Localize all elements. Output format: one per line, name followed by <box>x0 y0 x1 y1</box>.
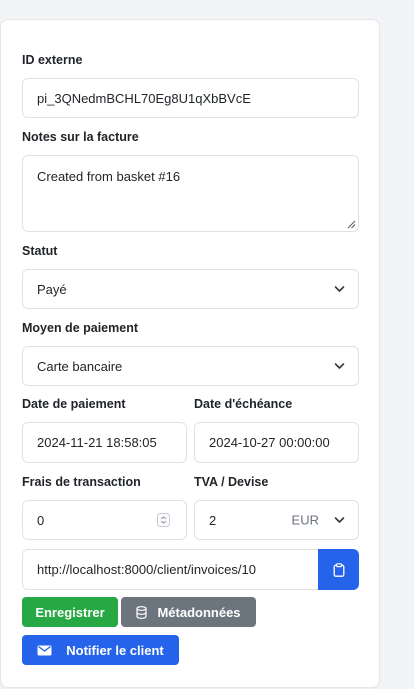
payment-date-input[interactable]: 2024-11-21 18:58:05 <box>22 422 187 463</box>
due-date-value: 2024-10-27 00:00:00 <box>209 435 330 450</box>
resize-handle-icon[interactable] <box>347 220 356 229</box>
payment-date-label: Date de paiement <box>22 397 126 411</box>
external-id-label: ID externe <box>22 53 83 67</box>
clipboard-icon <box>333 562 344 577</box>
metadata-button-label: Métadonnées <box>157 604 241 620</box>
invoice-notes-label: Notes sur la facture <box>22 130 139 144</box>
number-stepper-icon[interactable] <box>157 513 170 527</box>
payment-method-select[interactable]: Carte bancaire <box>22 346 359 386</box>
transaction-fees-label: Frais de transaction <box>22 475 141 489</box>
save-button-label: Enregistrer <box>35 604 105 620</box>
invoice-url-value: http://localhost:8000/client/invoices/10 <box>37 562 256 577</box>
invoice-notes-textarea[interactable]: Created from basket #16 <box>22 155 359 232</box>
external-id-value: pi_3QNedmBCHL70Eg8U1qXbBVcE <box>37 90 251 106</box>
transaction-fees-input[interactable]: 0 <box>22 500 187 540</box>
vat-currency-group[interactable]: 2 EUR <box>194 500 359 540</box>
vat-currency-label: TVA / Devise <box>194 475 269 489</box>
copy-url-button[interactable] <box>318 549 359 590</box>
chevron-down-icon <box>334 517 345 523</box>
save-button[interactable]: Enregistrer <box>22 597 118 627</box>
invoice-notes-value: Created from basket #16 <box>37 169 181 184</box>
chevron-down-icon <box>334 286 345 292</box>
transaction-fees-value: 0 <box>37 512 45 528</box>
due-date-input[interactable]: 2024-10-27 00:00:00 <box>194 422 359 463</box>
status-value: Payé <box>37 281 67 297</box>
chevron-down-icon <box>334 363 345 369</box>
external-id-input[interactable]: pi_3QNedmBCHL70Eg8U1qXbBVcE <box>22 78 359 118</box>
notify-client-button-label: Notifier le client <box>66 642 164 658</box>
currency-select[interactable]: EUR <box>292 513 319 528</box>
payment-method-value: Carte bancaire <box>37 358 123 374</box>
status-label: Statut <box>22 244 58 258</box>
vat-value: 2 <box>209 512 217 528</box>
due-date-label: Date d'échéance <box>194 397 293 411</box>
payment-method-label: Moyen de paiement <box>22 321 138 335</box>
invoice-form-card: ID externe pi_3QNedmBCHL70Eg8U1qXbBVcE N… <box>0 19 380 688</box>
payment-date-value: 2024-11-21 18:58:05 <box>37 435 157 450</box>
invoice-url-input[interactable]: http://localhost:8000/client/invoices/10 <box>22 549 319 590</box>
notify-client-button[interactable]: Notifier le client <box>22 635 179 665</box>
metadata-button[interactable]: Métadonnées <box>121 597 256 627</box>
status-select[interactable]: Payé <box>22 269 359 309</box>
database-icon <box>136 605 148 619</box>
envelope-icon <box>37 645 52 656</box>
